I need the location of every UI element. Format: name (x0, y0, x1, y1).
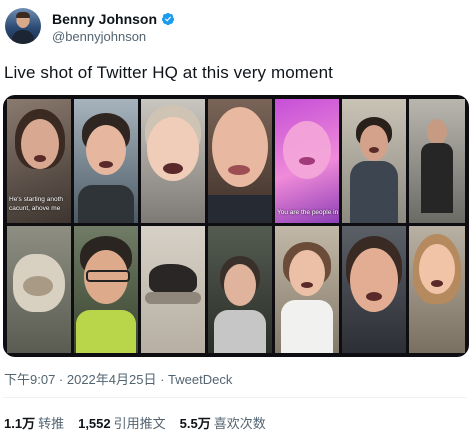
like-count[interactable]: 5.5万 喜欢次数 (180, 413, 266, 432)
author-handle[interactable]: @bennyjohnson (52, 29, 146, 44)
verified-badge-icon (161, 12, 175, 26)
video-tile (74, 99, 138, 223)
tweet-text: Live shot of Twitter HQ at this very mom… (4, 63, 333, 82)
tweet-timestamp[interactable]: 下午9:07 · 2022年4月25日 · TweetDeck (4, 369, 232, 388)
video-caption: cacunt, ahove me (9, 205, 61, 212)
retweet-count[interactable]: 1.1万 转推 (4, 413, 64, 432)
video-tile (208, 226, 272, 353)
video-tile (74, 226, 138, 353)
video-tile: You are the people in hi (275, 99, 339, 223)
author-name[interactable]: Benny Johnson (52, 11, 157, 27)
author-avatar[interactable] (5, 8, 41, 44)
video-tile (141, 99, 205, 223)
video-caption: He's starting anoth (9, 196, 63, 203)
video-tile (275, 226, 339, 353)
video-tile (342, 99, 406, 223)
tweet-media-video[interactable]: He's starting anoth cacunt, ahove me You… (3, 95, 469, 357)
divider (3, 397, 467, 398)
author-name-row: Benny Johnson (52, 11, 175, 27)
video-tile (141, 226, 205, 353)
video-tile (7, 226, 71, 353)
quote-count[interactable]: 1,552 引用推文 (78, 413, 166, 432)
video-tile: He's starting anoth cacunt, ahove me (7, 99, 71, 223)
video-caption: You are the people in hi (277, 209, 339, 216)
tweet-stats: 1.1万 转推 1,552 引用推文 5.5万 喜欢次数 (4, 413, 266, 432)
video-tile (409, 99, 465, 223)
video-tile (208, 99, 272, 223)
video-tile (342, 226, 406, 353)
video-tile (409, 226, 465, 353)
